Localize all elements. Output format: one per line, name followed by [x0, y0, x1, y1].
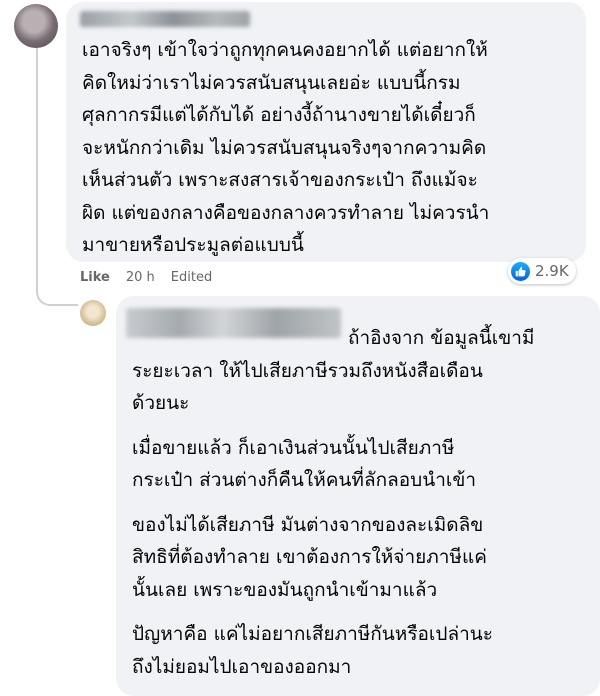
reaction-count: 2.9K	[535, 262, 569, 280]
reply-bubble: ถ้าอิงจาก ข้อมูลนี้เขามี ระยะเวลา ให้ไปเ…	[116, 296, 600, 696]
reply-line: ของไม่ได้เสียภาษี มันต่างจากของละเมิดลิข	[132, 513, 484, 536]
thread-line	[36, 46, 38, 278]
reply-text: ถ้าอิงจาก ข้อมูลนี้เขามี ระยะเวลา ให้ไปเ…	[132, 322, 584, 683]
edited-label[interactable]: Edited	[171, 270, 212, 285]
comment-line: ศุลกากรมีแต่ได้กับได้ อย่างงี้ถ้านางขายไ…	[82, 104, 476, 126]
reaction-summary[interactable]: 2.9K	[508, 258, 576, 284]
comment-line: เอาจริงๆ เข้าใจว่าถูกทุกคนคงอยากได้ แต่อ…	[82, 39, 488, 61]
reply-connector	[36, 276, 78, 306]
reply-line: ระยะเวลา ให้ไปเสียภาษีรวมถึงหนังสือเดือน	[132, 359, 483, 382]
reply-paragraph: เมื่อขายแล้ว ก็เอาเงินส่วนนั้นไปเสียภาษี…	[132, 432, 584, 497]
reply-line: สิทธิที่ต้องทำลาย เขาต้องการให้จ่ายภาษีแ…	[132, 546, 487, 568]
author-name-blurred[interactable]	[80, 11, 250, 27]
reply-line: นั้นเลย เพราะของมันถูกนำเข้ามาแล้ว	[132, 578, 438, 601]
reply-paragraph: ของไม่ได้เสียภาษี มันต่างจากของละเมิดลิข…	[132, 509, 584, 607]
comment-line: ผิด แต่ของกลางคือของกลางควรทำลาย ไม่ควรน…	[82, 201, 490, 224]
timestamp[interactable]: 20 h	[126, 270, 155, 285]
comment-text: เอาจริงๆ เข้าใจว่าถูกทุกคนคงอยากได้ แต่อ…	[82, 34, 570, 262]
like-icon	[511, 261, 530, 281]
reply-line: เมื่อขายแล้ว ก็เอาเงินส่วนนั้นไปเสียภาษี	[132, 436, 455, 459]
comment-line: เห็นส่วนตัว เพราะสงสารเจ้าของกระเป๋า ถึง…	[82, 169, 478, 191]
avatar[interactable]	[80, 300, 106, 326]
reply-line: ปัญหาคือ แค่ไม่อยากเสียภาษีกันหรือเปล่าน…	[132, 623, 493, 645]
comment-bubble: เอาจริงๆ เข้าใจว่าถูกทุกคนคงอยากได้ แต่อ…	[66, 2, 586, 262]
author-name-blurred[interactable]	[126, 308, 341, 338]
comment-line: จะหนักกว่าเดิม ไม่ควรสนับสนุนจริงๆจากควา…	[82, 136, 487, 159]
comment-actions: Like 20 h Edited	[80, 270, 212, 285]
avatar[interactable]	[14, 4, 58, 48]
reply-line: ถึงไม่ยอมไปเอาของออกมา	[132, 655, 352, 678]
reply-paragraph: ปัญหาคือ แค่ไม่อยากเสียภาษีกันหรือเปล่าน…	[132, 618, 584, 683]
reply-line: ด้วยนะ	[132, 392, 190, 414]
comment-line: มาขายหรือประมูลต่อแบบนี้	[82, 234, 304, 256]
reply-line: กระเป๋า ส่วนต่างก็คืนให้คนที่ลักลอบนำเข้…	[132, 469, 477, 491]
like-button[interactable]: Like	[80, 270, 110, 285]
comment-line: คิดใหม่ว่าเราไม่ควรสนับสนุนเลยอ่ะ แบบนี้…	[82, 71, 461, 94]
